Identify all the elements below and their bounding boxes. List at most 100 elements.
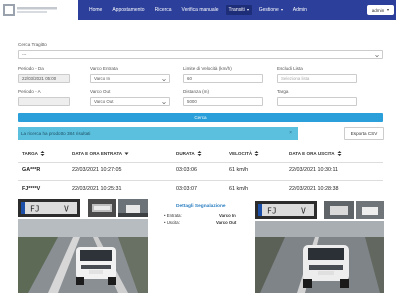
chevron-down-icon [162,101,166,104]
nav-transiti[interactable]: Transiti [225,5,252,15]
targa-input[interactable] [277,97,357,106]
table-divider [18,180,383,181]
varco-entrata-value: Varco In [94,76,111,81]
sort-icon [197,151,202,156]
row-2-durata: 03:03:07 [176,186,197,192]
escludi-lista-label: Escludi Lista [277,66,303,71]
nav-links: Home Appostamento Ricerca Verifica manua… [86,0,310,20]
limite-velocita-input[interactable]: 60 [183,74,263,83]
thumbnail-right-1[interactable] [324,201,354,219]
col-header-entrata[interactable]: DATA E ORA ENTRATA [72,151,129,156]
details-title: Dettagli Segnalazione [176,204,226,209]
nav-appostamento[interactable]: Appostamento [109,5,147,15]
user-name: admin [371,7,385,13]
cerca-tragitto-label: Cerca Tragitto [18,42,47,47]
camera-image-uscita[interactable] [255,221,384,293]
col-header-targa-label: TARGA [22,151,38,156]
distanza-label: Distanza (m) [183,89,210,94]
thumbnail-image [88,199,116,217]
user-menu-button[interactable]: admin [367,5,394,15]
chevron-down-icon [375,54,379,57]
chevron-down-icon [246,8,249,11]
results-alert: La ricerca ha prodotto 384 risultati × [18,127,298,140]
row-2-entrata: 22/03/2021 10:25:31 [72,186,122,192]
cerca-tragitto-select[interactable]: --- [18,50,383,59]
plate-crop-left: FJ V [18,199,80,217]
varco-entrata-select[interactable]: Varco In [90,74,170,83]
row-2-targa[interactable]: FJ****V [22,186,40,192]
nav-verifica-manuale[interactable]: Verifica manuale [179,5,222,15]
nav-home[interactable]: Home [86,5,105,15]
row-1-entrata: 22/03/2021 10:27:05 [72,167,122,173]
sort-down-icon [124,152,129,155]
row-1-velocita: 61 km/h [229,167,249,173]
col-header-velocita[interactable]: VELOCITÀ [229,151,259,156]
thumbnail-right-2[interactable] [356,201,384,219]
periodo-a-label: Periodo - A [18,89,41,94]
plate-right-text: FJ [267,207,277,216]
varco-out-value: Varco Out [94,99,114,104]
thumbnail-image [324,201,354,219]
road-scene-image [255,221,384,293]
plate-left-text: FJ [30,205,40,214]
row-1-uscita: 22/03/2021 10:30:11 [289,167,339,173]
thumbnail-image [356,201,384,219]
nav-gestione-label: Gestione [258,7,279,13]
escludi-lista-select[interactable]: Seleziona lista [277,74,357,83]
thumbnail-left-2[interactable] [118,199,148,217]
col-header-durata-label: DURATA [176,151,195,156]
sort-icon [40,151,45,156]
distanza-input[interactable]: 5000 [183,97,263,106]
col-header-velocita-label: VELOCITÀ [229,151,253,156]
camera-image-entrata[interactable] [18,219,148,293]
periodo-a-input[interactable] [18,97,70,106]
periodo-da-input[interactable]: 22/03/2021 05:00 [18,74,70,83]
sort-icon [337,151,342,156]
logo [3,4,57,16]
nav-ricerca[interactable]: Ricerca [152,5,175,15]
nav-admin[interactable]: Admin [290,5,310,15]
plate-image-right: FJ V [258,204,314,216]
varco-entrata-label: Varco Entrata [90,66,118,71]
sort-icon [254,151,259,156]
chevron-down-icon [162,78,166,81]
plate-crop-right: FJ V [255,201,317,219]
search-button[interactable]: Cerca [18,113,383,122]
details-uscita-value: Varco Out [216,220,237,225]
limite-velocita-label: Limite di Velocità (km/h) [183,66,232,71]
table-divider [18,162,383,163]
plate-left-suffix: V [64,205,69,214]
details-uscita-label: • Uscita: [164,220,180,225]
road-scene-image [18,219,148,293]
navbar: Home Appostamento Ricerca Verifica manua… [0,0,396,20]
details-uscita-label-text: Uscita: [166,220,180,225]
col-header-uscita-label: DATA E ORA USCITA [289,151,335,156]
details-entrata-label-text: Entrata: [166,213,182,218]
row-1-durata: 03:03:06 [176,167,197,173]
row-1-targa[interactable]: GA***R [22,167,40,173]
col-header-targa[interactable]: TARGA [22,151,45,156]
nav-transiti-label: Transiti [228,7,245,13]
close-icon[interactable]: × [289,130,292,136]
row-2-velocita: 61 km/h [229,186,249,192]
thumbnail-left-1[interactable] [88,199,116,217]
thumbnail-image [118,199,148,217]
varco-out-label: Varco Out [90,89,111,94]
nav-gestione[interactable]: Gestione [256,5,286,15]
plate-image-left: FJ V [21,202,77,214]
chevron-down-icon [387,9,390,11]
chevron-down-icon [280,8,283,11]
col-header-durata[interactable]: DURATA [176,151,202,156]
col-header-uscita[interactable]: DATA E ORA USCITA [289,151,342,156]
details-entrata-value: Varco In [219,213,236,218]
targa-label: Targa [277,89,289,94]
details-entrata-label: • Entrata: [164,213,182,218]
cerca-tragitto-value: --- [22,52,27,57]
results-alert-text: La ricerca ha prodotto 384 risultati [21,131,91,136]
export-csv-button[interactable]: Esporta CSV [344,127,384,140]
row-2-uscita: 22/03/2021 10:28:38 [289,186,339,192]
plate-right-suffix: V [301,207,306,216]
varco-out-select[interactable]: Varco Out [90,97,170,106]
col-header-entrata-label: DATA E ORA ENTRATA [72,151,123,156]
periodo-da-label: Periodo - Da [18,66,44,71]
